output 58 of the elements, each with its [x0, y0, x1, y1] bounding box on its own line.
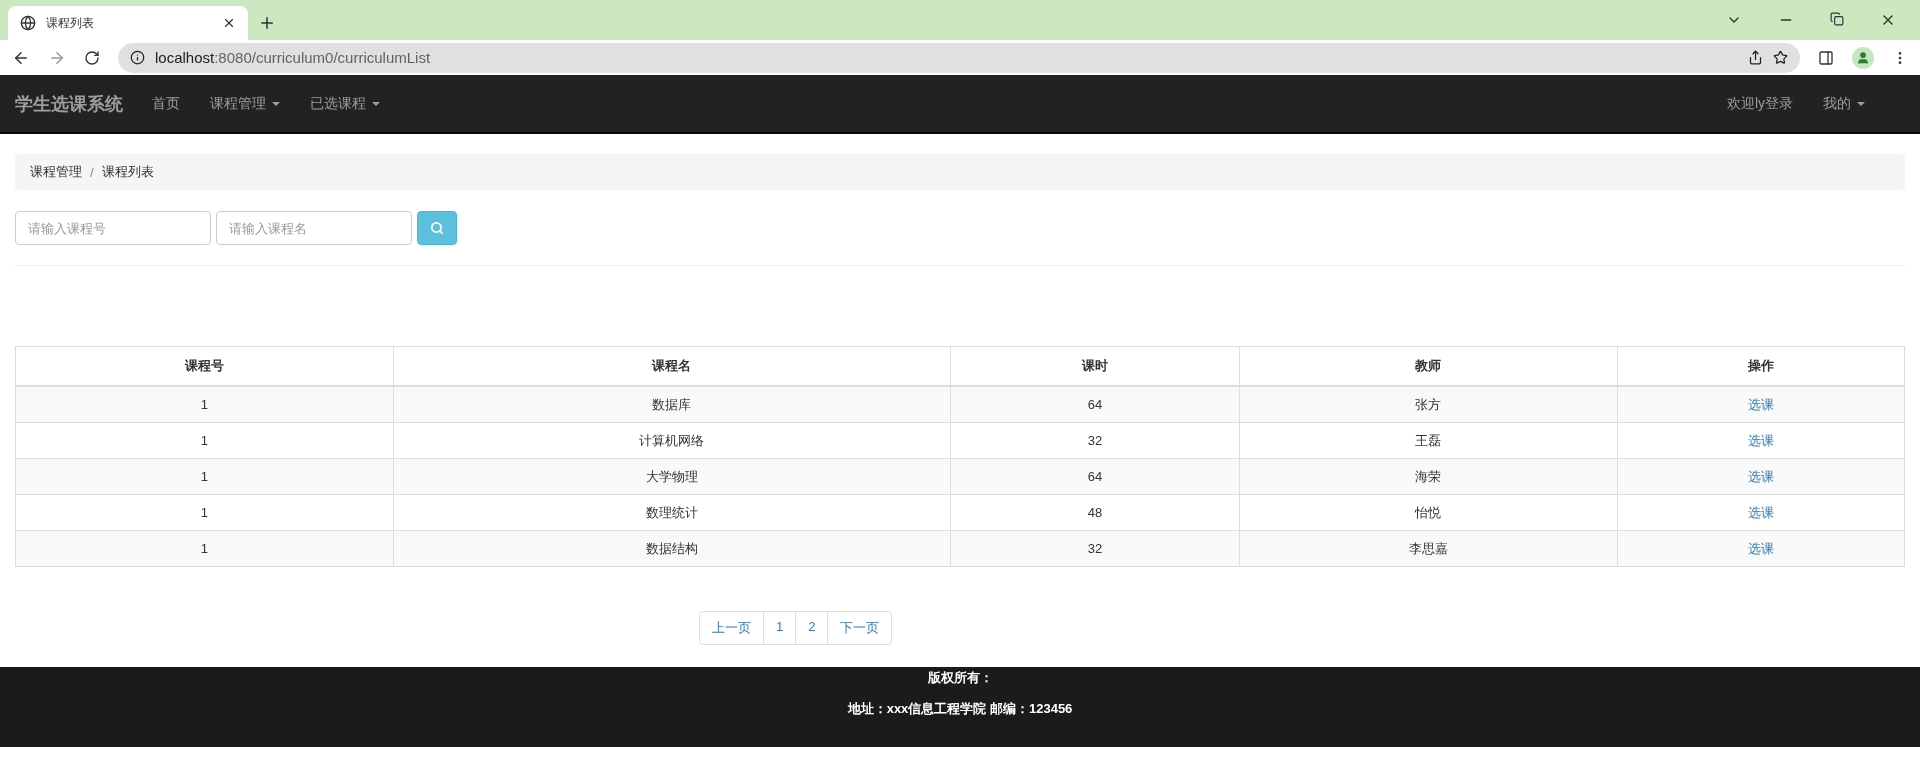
browser-tab[interactable]: 课程列表 [8, 6, 248, 40]
select-course-link[interactable]: 选课 [1747, 432, 1774, 448]
search-field[interactable]: 请输入课程号 [15, 211, 211, 245]
info-icon[interactable] [130, 50, 145, 65]
table-cell: 1 [15, 458, 394, 495]
reload-icon[interactable] [84, 49, 100, 66]
table-cell: 1 [15, 386, 394, 423]
nav-link[interactable]: 首页 [137, 94, 195, 113]
table-cell: 1 [15, 530, 394, 567]
table-cell: 王磊 [1239, 422, 1618, 459]
table-cell: 怡悦 [1239, 494, 1618, 531]
table-cell: 32 [950, 530, 1240, 567]
avatar-icon[interactable] [1852, 46, 1874, 69]
table-cell: 李思嘉 [1239, 530, 1618, 567]
table-cell: 48 [950, 494, 1240, 531]
caret-icon [372, 101, 380, 106]
table-cell: 大学物理 [393, 458, 951, 495]
table-cell: 数据库 [393, 386, 951, 423]
page-link[interactable]: 上一页 [699, 611, 764, 645]
table-cell: 数理统计 [393, 494, 951, 531]
search-icon [430, 221, 444, 235]
select-course-link[interactable]: 选课 [1747, 540, 1774, 556]
caret-icon [272, 101, 280, 106]
side-panel-icon[interactable] [1818, 49, 1834, 66]
footer-text: 地址：xxx信息工程学院 邮编：123456 [847, 700, 1073, 718]
page-link[interactable]: 1 [763, 611, 797, 645]
caret-icon [1857, 101, 1865, 106]
star-icon[interactable] [1773, 50, 1788, 65]
table-cell: 张方 [1239, 386, 1618, 423]
table-cell: 64 [950, 458, 1240, 495]
close-icon[interactable] [222, 16, 236, 30]
breadcrumb-item: 课程列表 [101, 163, 154, 181]
nav-link[interactable]: 课程管理 [195, 94, 295, 113]
table-cell: 1 [15, 494, 394, 531]
page-link[interactable]: 2 [795, 611, 829, 645]
table-cell: 64 [950, 386, 1240, 423]
table-cell: 1 [15, 422, 394, 459]
select-course-link[interactable]: 选课 [1747, 396, 1774, 412]
select-course-link[interactable]: 选课 [1747, 468, 1774, 484]
brand-title[interactable]: 学生选课系统 [15, 91, 123, 116]
table-cell: 32 [950, 422, 1240, 459]
select-course-link[interactable]: 选课 [1747, 504, 1774, 520]
page-link[interactable]: 下一页 [827, 611, 893, 645]
restore-icon[interactable] [1830, 12, 1844, 26]
nav-link[interactable]: 我的 [1808, 94, 1880, 113]
plus-icon[interactable] [258, 14, 276, 32]
breadcrumb-separator: / [90, 164, 94, 180]
globe-icon [20, 15, 36, 31]
table-cell: 数据结构 [393, 530, 951, 567]
breadcrumb-item[interactable]: 课程管理 [30, 163, 82, 181]
footer-text: 版权所有： [927, 669, 993, 687]
nav-link[interactable]: 已选课程 [295, 94, 395, 113]
share-icon[interactable] [1748, 50, 1763, 65]
nav-link[interactable]: 欢迎ly登录 [1711, 94, 1808, 113]
address-field[interactable]: localhost:8080/curriculum0/curriculumList [118, 42, 1800, 73]
table-cell: 计算机网络 [393, 422, 951, 459]
table-cell: 海荣 [1239, 458, 1618, 495]
search-field[interactable]: 请输入课程名 [216, 211, 412, 245]
